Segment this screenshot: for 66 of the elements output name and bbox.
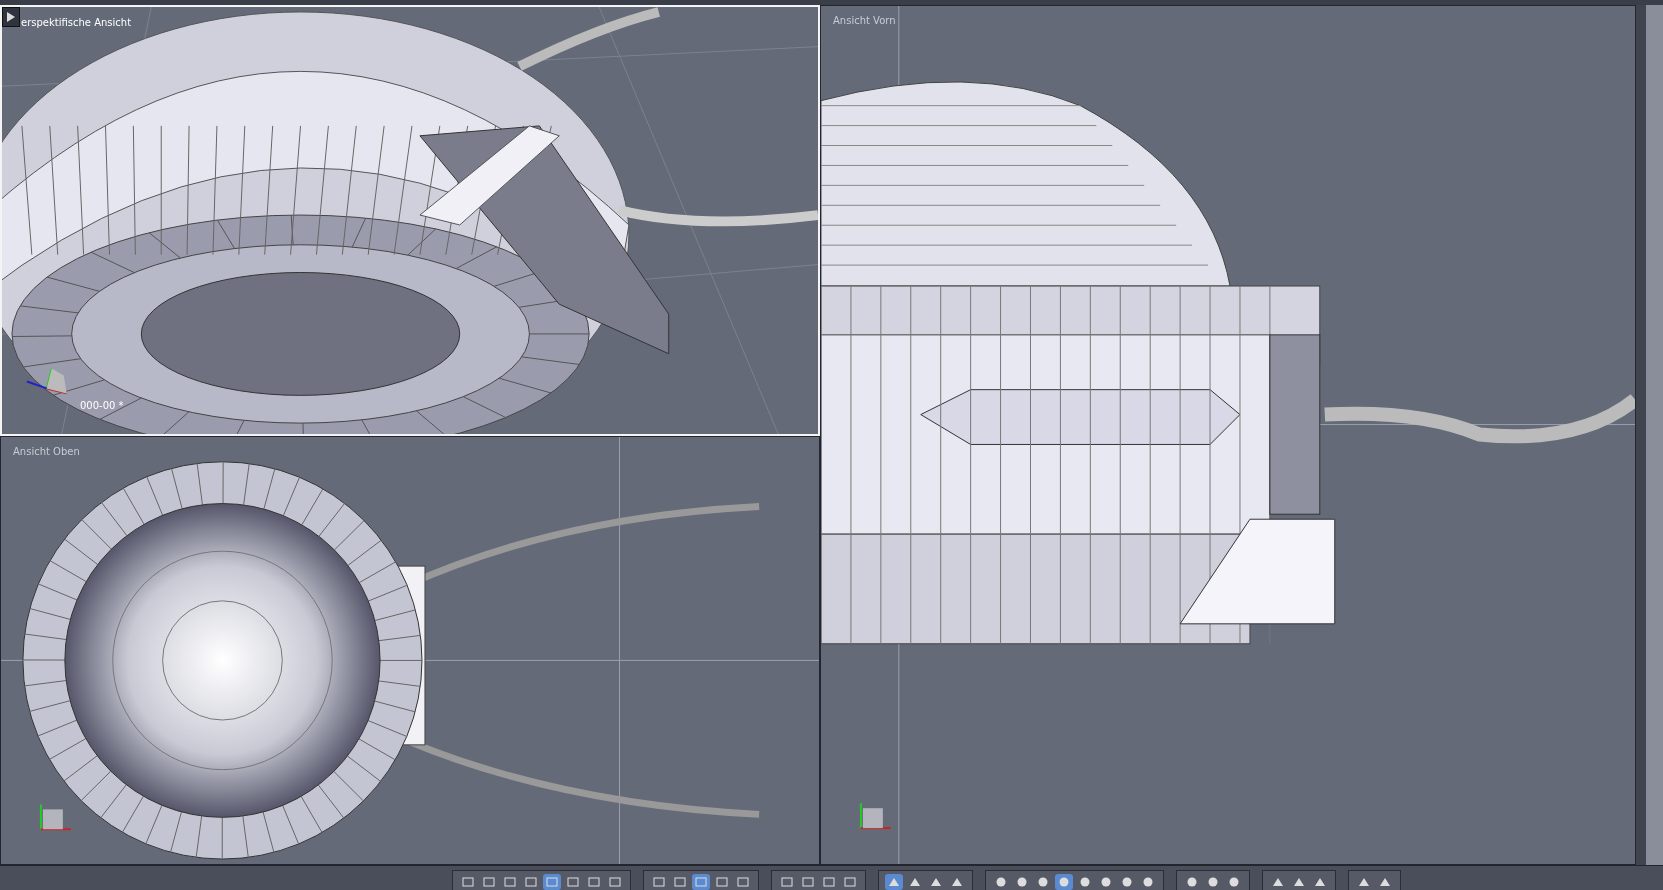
toolbar-icon (1100, 877, 1112, 887)
toolbar-icon (567, 877, 579, 887)
grid-toolbar-button[interactable] (734, 874, 752, 890)
toolbar-icon (1358, 877, 1370, 887)
toolbar-icon (1228, 877, 1240, 887)
grid-toolbar-button[interactable] (671, 874, 689, 890)
toolbar-icon (844, 877, 856, 887)
tool-toolbar-button[interactable] (885, 874, 903, 890)
view-toolbar-button[interactable] (778, 874, 796, 890)
toolbar-icon (1058, 877, 1070, 887)
toolbar-icon (995, 877, 1007, 887)
viewport-title: erspektifische Ansicht (21, 17, 132, 28)
layout-toolbar-button[interactable] (501, 874, 519, 890)
layout-toolbar-button[interactable] (480, 874, 498, 890)
toolbar-icon (1186, 877, 1198, 887)
layout-toolbar-button[interactable] (564, 874, 582, 890)
toolbar-icon (888, 877, 900, 887)
toolbar-icon (909, 877, 921, 887)
viewport-menu-button[interactable] (2, 7, 20, 27)
toolbar-icon (1016, 877, 1028, 887)
axis-gizmo-icon (859, 802, 892, 830)
axis-gizmo-icon (39, 803, 72, 831)
view-toolbar-button[interactable] (841, 874, 859, 890)
toolbar-icon (737, 877, 749, 887)
view-toolbar-button[interactable] (799, 874, 817, 890)
toolbar-icon (1379, 877, 1391, 887)
toolbar-icon (1207, 877, 1219, 887)
layout-toolbar-button[interactable] (606, 874, 624, 890)
viewport-title: Ansicht Oben (13, 446, 80, 457)
top-viewport[interactable]: Ansicht Oben (0, 436, 820, 865)
toolbar-icon (930, 877, 942, 887)
toolbar-icon (483, 877, 495, 887)
shading-toolbar-button[interactable] (1055, 874, 1073, 890)
toolbar-icon (609, 877, 621, 887)
viewport-title: Ansicht Vorn (833, 15, 896, 26)
toolbar-icon (1079, 877, 1091, 887)
toolbar-icon (695, 877, 707, 887)
toolbar-icon (823, 877, 835, 887)
toolbar-icon (653, 877, 665, 887)
toolbar-icon (1272, 877, 1284, 887)
toolbar-icon (1293, 877, 1305, 887)
front-viewport[interactable]: Ansicht Vorn (820, 5, 1636, 865)
toolbar-icon (674, 877, 686, 887)
object-label: 000-00 * (80, 400, 124, 411)
view-toolbar-button[interactable] (820, 874, 838, 890)
toolbar-icon (951, 877, 963, 887)
perspective-viewport[interactable]: erspektifische Ansicht 000-00 * (0, 5, 820, 436)
toolbar-icon (1142, 877, 1154, 887)
axis-gizmo-icon (25, 367, 68, 395)
toolbar-icon (1121, 877, 1133, 887)
layout-toolbar-button[interactable] (459, 874, 477, 890)
layout-toolbar-button[interactable] (522, 874, 540, 890)
play-icon (7, 12, 15, 22)
grid-toolbar-button[interactable] (713, 874, 731, 890)
layout-toolbar-button[interactable] (585, 874, 603, 890)
toolbar-icon (546, 877, 558, 887)
toolbar-icon (525, 877, 537, 887)
toolbar-icon (504, 877, 516, 887)
toolbar-icon (1314, 877, 1326, 887)
toolbar-icon (716, 877, 728, 887)
toolbar-icon (588, 877, 600, 887)
toolbar-icon (462, 877, 474, 887)
toolbar-icon (781, 877, 793, 887)
toolbar-icon (802, 877, 814, 887)
grid-toolbar-button[interactable] (650, 874, 668, 890)
toolbar-icon (1037, 877, 1049, 887)
